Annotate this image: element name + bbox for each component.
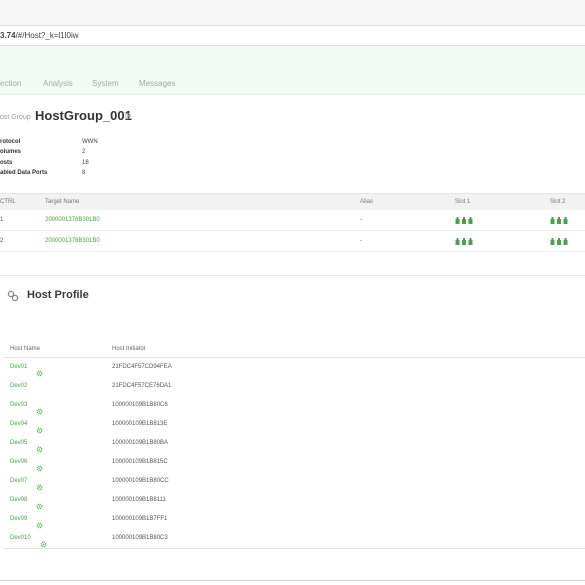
property-value-protocol: WWN <box>82 139 98 145</box>
property-value-volumes: 2 <box>82 149 86 155</box>
page-title: HostGroup_001 <box>35 108 132 123</box>
host-initiator: 21FDC4F57CE76DA1 <box>112 383 172 389</box>
table-row: Dev03 100000109B1B80C6 <box>3 396 585 415</box>
port-status-icon[interactable] <box>455 238 474 245</box>
gear-icon[interactable] <box>36 478 43 491</box>
host-name-link[interactable]: Dev08 <box>10 491 27 510</box>
port-status-icon[interactable] <box>550 217 569 224</box>
property-label-hosts: osts <box>0 160 13 166</box>
table-row: Dev05 100000109B1B80BA <box>3 434 585 453</box>
host-name-link[interactable]: Dev09 <box>10 510 27 529</box>
column-header-alias[interactable]: Alias <box>360 194 373 211</box>
property-label-enabled-ports: abled Data Ports <box>0 170 48 176</box>
table-row: Dev09 100000109B1B7FF1 <box>3 510 585 529</box>
host-initiator: 100000109B1B80BA <box>112 440 169 446</box>
host-name-link[interactable]: Dev04 <box>10 415 27 434</box>
property-value-hosts: 18 <box>82 160 89 166</box>
host-table-bottom-border <box>3 548 585 549</box>
nav-item-selection[interactable]: ection <box>0 79 21 88</box>
target-table-header: CTRL Target Name Alias Slot 1 Slot 2 <box>0 193 585 210</box>
gear-icon[interactable] <box>36 497 43 510</box>
host-initiator: 100000109B1B813E <box>112 421 168 427</box>
host-table-header: Host Name Host Initiator <box>3 341 585 358</box>
table-row: Dev02 21FDC4F57CE76DA1 <box>3 377 585 396</box>
ctrl-cell: 1 <box>0 217 4 223</box>
gear-icon[interactable] <box>36 459 43 472</box>
host-initiator: 100000109B1B80C6 <box>112 402 168 408</box>
nav-item-analysis[interactable]: Analysis <box>43 79 73 88</box>
port-status-icon[interactable] <box>550 238 569 245</box>
gear-icon[interactable] <box>36 421 43 434</box>
nav-item-messages[interactable]: Messages <box>139 79 175 88</box>
address-path: /#/Host?_k=l1l0iw <box>15 31 79 40</box>
top-navigation: ection Analysis System Messages <box>0 46 585 95</box>
table-row: Dev08 100000109B1B8111 <box>3 491 585 510</box>
host-initiator: 100000109B1B7FF1 <box>112 516 168 522</box>
gear-icon[interactable] <box>36 440 43 453</box>
host-initiator: 100000109B1B815C <box>112 459 168 465</box>
alias-cell: - <box>360 217 362 223</box>
column-header-target-name[interactable]: Target Name <box>45 194 79 211</box>
table-row: 1 2000001378B301B0 - <box>0 210 585 231</box>
host-name-link[interactable]: Dev02 <box>10 377 27 396</box>
section-title-host-profile: Host Profile <box>27 289 89 301</box>
property-value-enabled-ports: 8 <box>82 170 86 176</box>
address-bar[interactable]: 3.74/#/Host?_k=l1l0iw <box>0 26 585 46</box>
host-name-link[interactable]: Dev010 <box>10 529 31 548</box>
breadcrumb: ost Group <box>0 114 31 121</box>
section-divider <box>0 275 585 276</box>
target-name-link[interactable]: 2000001378B301B0 <box>45 210 100 231</box>
table-row: 2 2000001378B301B0 - <box>0 231 585 252</box>
column-header-ctrl[interactable]: CTRL <box>0 194 16 211</box>
host-name-link[interactable]: Dev06 <box>10 453 27 472</box>
host-name-link[interactable]: Dev07 <box>10 472 27 491</box>
host-initiator: 100000109B1B80CC <box>112 478 169 484</box>
gear-icon[interactable] <box>36 364 43 377</box>
port-status-icon[interactable] <box>455 217 474 224</box>
gear-icon[interactable] <box>124 112 132 120</box>
alias-cell: - <box>360 238 362 244</box>
table-row: Dev07 100000109B1B80CC <box>3 472 585 491</box>
host-initiator: 100000109B1B8111 <box>112 497 166 503</box>
gear-icon[interactable] <box>36 516 43 529</box>
nav-item-system[interactable]: System <box>92 79 119 88</box>
column-header-host-name[interactable]: Host Name <box>10 341 40 358</box>
table-row: Dev06 100000109B1B815C <box>3 453 585 472</box>
table-row: Dev010 100000109B1B80C3 <box>3 529 585 548</box>
host-initiator: 21FDC4F57CD94FEA <box>112 364 172 370</box>
host-name-link[interactable]: Dev01 <box>10 358 27 377</box>
property-label-volumes: olumes <box>0 149 22 155</box>
table-row: Dev04 100000109B1B813E <box>3 415 585 434</box>
gear-icon[interactable] <box>36 402 43 415</box>
browser-toolbar <box>0 0 585 26</box>
footer-divider <box>0 580 585 581</box>
host-name-link[interactable]: Dev05 <box>10 434 27 453</box>
address-host: 3.74 <box>0 31 16 40</box>
property-label-protocol: rotocol <box>0 139 21 145</box>
host-name-link[interactable]: Dev03 <box>10 396 27 415</box>
host-initiator: 100000109B1B80C3 <box>112 535 168 541</box>
link-icon <box>7 289 19 302</box>
ctrl-cell: 2 <box>0 238 4 244</box>
gear-icon[interactable] <box>40 535 47 548</box>
target-name-link[interactable]: 2000001378B301B0 <box>45 231 100 252</box>
table-row: Dev01 21FDC4F57CD94FEA <box>3 358 585 377</box>
column-header-host-initiator[interactable]: Host Initiator <box>112 341 146 358</box>
column-header-slot-2[interactable]: Slot 2 <box>550 194 565 211</box>
column-header-slot-1[interactable]: Slot 1 <box>455 194 470 211</box>
